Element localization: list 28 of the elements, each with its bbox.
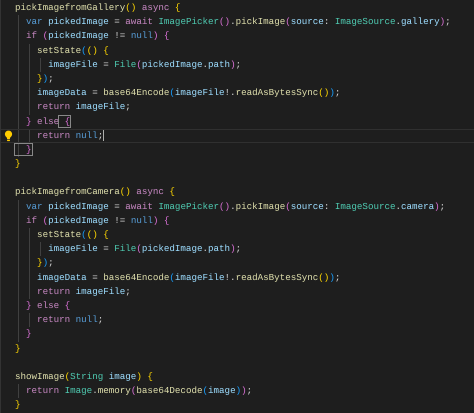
code-line: }); [36, 72, 54, 84]
code-line: setState(() { [36, 44, 109, 56]
code-line: } [15, 144, 32, 155]
code-line: } else { [25, 116, 70, 126]
code-line: setState(() { [36, 229, 109, 240]
code-line: return imageFile; [36, 286, 131, 297]
code-line: } [15, 342, 21, 354]
code-line: if (pickedImage != null) { [25, 214, 170, 226]
code-line: return null; [36, 314, 104, 326]
code-line: var pickedImage = await ImagePicker().pickImage(source: ImageSource.camera); [25, 200, 446, 212]
code-line: imageData = base64Encode(imageFile!.readAsBytesSync()); [36, 272, 340, 283]
code-line: imageData = base64Encode(imageFile!.readAsBytesSync()); [36, 87, 340, 98]
code-line: var pickedImage = await ImagePicker().pickImage(source: ImageSource.gallery); [25, 16, 451, 28]
code-line: return imageFile; [36, 101, 131, 112]
code-line: return Image.memory(base64Decode(image)); [25, 385, 252, 396]
code-line: imageFile = File(pickedImage.path); [47, 58, 242, 70]
code-line: showImage(String image) { [15, 370, 153, 382]
code-line: pickImagefromGallery() async { [15, 2, 180, 13]
lightbulb-icon[interactable] [4, 130, 12, 142]
code-line: if (pickedImage != null) { [25, 30, 170, 42]
code-line: return null; [36, 130, 104, 141]
code-line: } else { [25, 300, 70, 311]
code-line: } [25, 328, 32, 340]
code-line: } [15, 399, 21, 410]
code-line: }); [36, 257, 54, 268]
code-line: imageFile = File(pickedImage.path); [47, 243, 242, 254]
code-line: } [15, 158, 21, 170]
code-line: pickImagefromCamera() async { [15, 186, 175, 198]
